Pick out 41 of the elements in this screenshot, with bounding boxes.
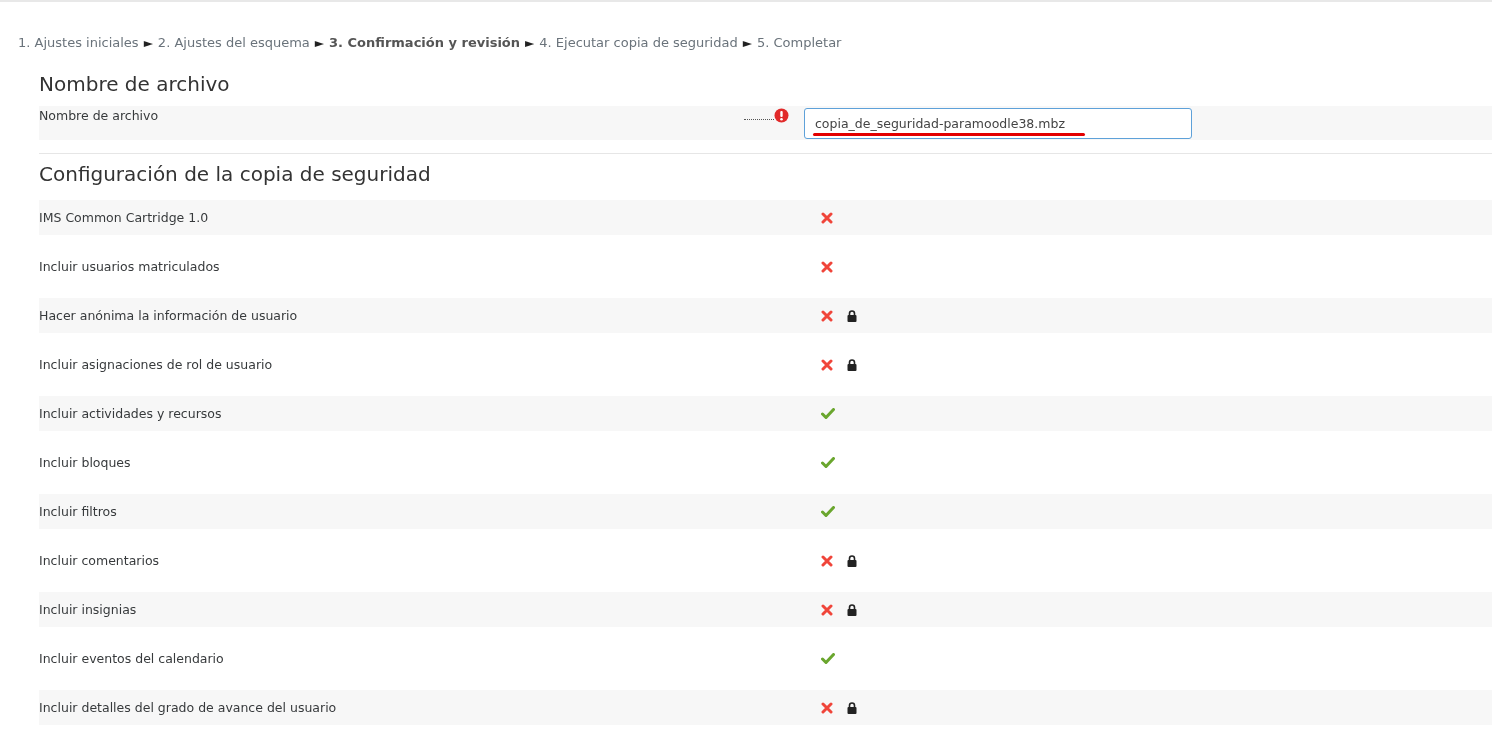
dotted-line [744, 119, 774, 120]
setting-label: Incluir detalles del grado de avance del usuario [39, 700, 338, 715]
setting-label: Hacer anónima la información de usuario [39, 308, 299, 323]
lock-icon [847, 603, 857, 616]
section-heading: Configuración de la copia de seguridad [39, 161, 432, 188]
cross-icon [821, 701, 833, 714]
check-icon [821, 408, 835, 419]
step-separator: ► [143, 35, 153, 50]
step-label: 4. Ejecutar copia de seguridad [539, 35, 738, 50]
step-label: 5. Completar [756, 35, 842, 50]
cross-icon [821, 211, 833, 224]
setting-label: Incluir comentarios [39, 553, 161, 568]
step-label: 2. Ajustes del esquema [157, 35, 310, 50]
setting-label: Incluir asignaciones de rol de usuario [39, 357, 274, 372]
setting-label: Incluir actividades y recursos [39, 406, 223, 421]
field-label: Nombre de archivo [39, 108, 160, 123]
setting-label: Incluir insignias [39, 602, 138, 617]
check-icon [821, 653, 835, 664]
step-separator: ► [742, 35, 752, 50]
filename-input[interactable]: copia_de_seguridad-paramoodle38.mbz [804, 108, 1192, 139]
cross-icon [821, 260, 833, 273]
cross-icon [821, 309, 833, 322]
step-label: 1. Ajustes iniciales [18, 35, 139, 50]
step-separator: ► [314, 35, 325, 50]
step-separator: ► [525, 35, 535, 50]
check-icon [821, 506, 835, 517]
setting-label: Incluir bloques [39, 455, 132, 470]
lock-icon [847, 554, 857, 567]
check-icon [821, 457, 835, 468]
setting-label: Incluir filtros [39, 504, 118, 519]
lock-icon [847, 701, 857, 714]
section-heading: Nombre de archivo [39, 71, 231, 98]
step-label: 3. Confirmación y revisión [329, 35, 521, 50]
cross-icon [821, 358, 833, 371]
cross-icon [821, 603, 833, 616]
setting-label: IMS Common Cartridge 1.0 [39, 210, 210, 225]
setting-label: Incluir usuarios matriculados [39, 259, 221, 274]
lock-icon [847, 358, 857, 371]
cross-icon [821, 554, 833, 567]
setting-label: Incluir eventos del calendario [39, 651, 225, 666]
lock-icon [847, 309, 857, 322]
